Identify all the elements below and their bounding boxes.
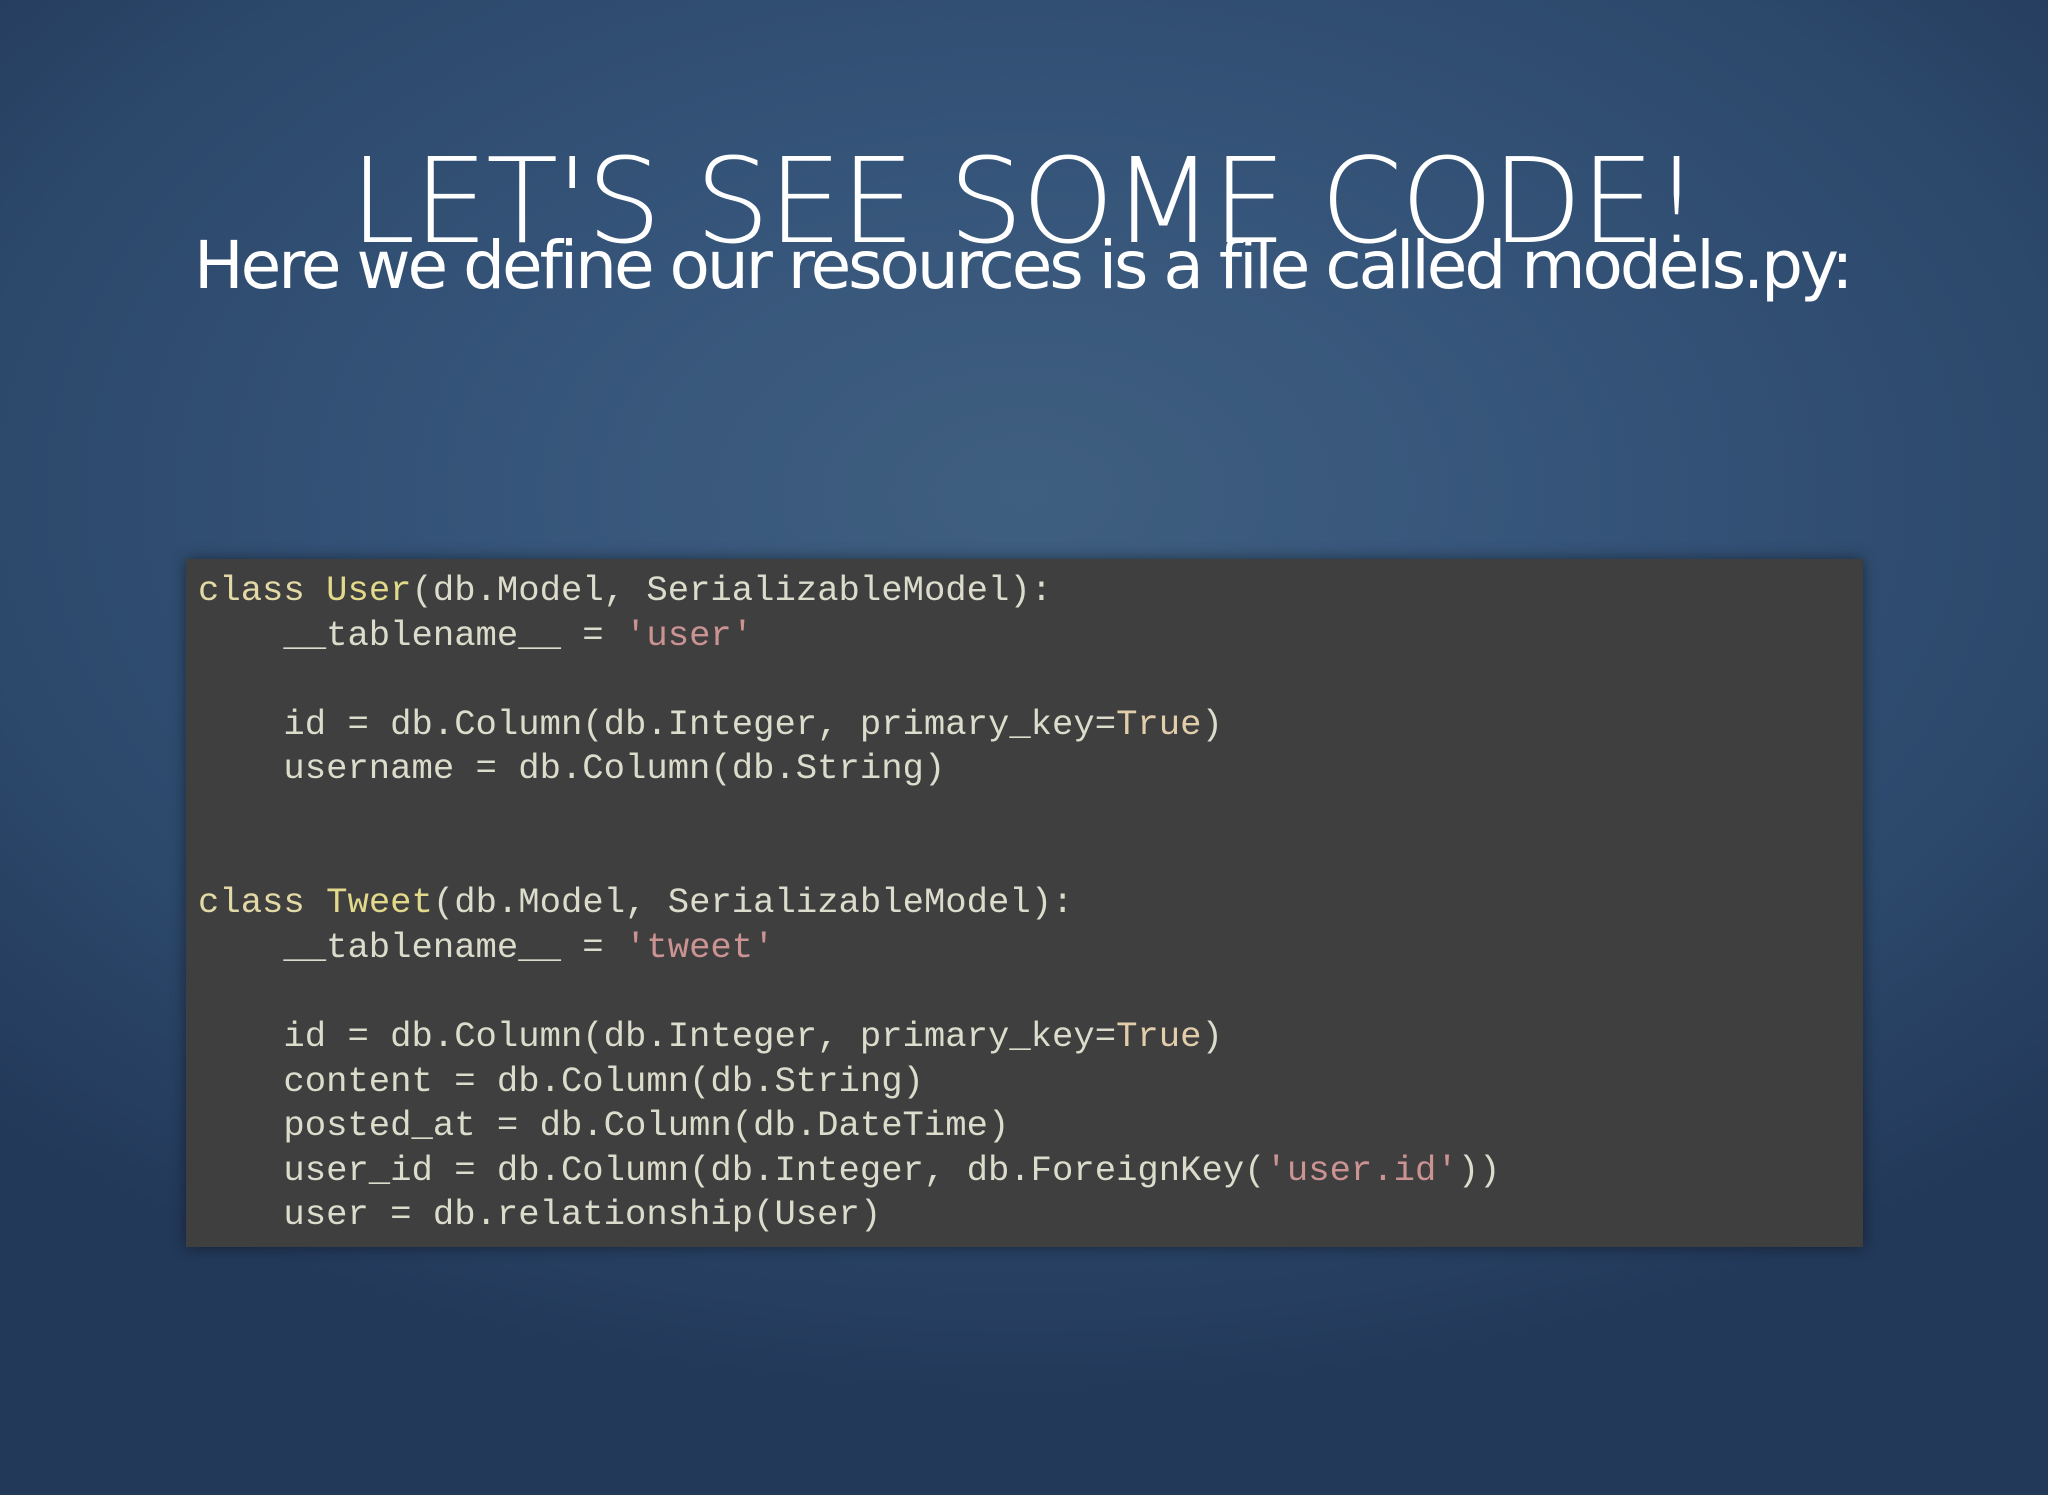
code-token-plain: )): [1457, 1149, 1501, 1191]
code-token-bool: True: [1116, 1015, 1202, 1057]
code-listing: class User(db.Model, SerializableModel):…: [198, 569, 1500, 1238]
code-token-plain: id = db.Column(db.Integer, primary_key=: [198, 703, 1117, 745]
code-token-keyword: class: [198, 570, 305, 611]
code-token-plain: __tablename__ =: [198, 614, 626, 656]
code-line: __tablename__ = 'user': [198, 614, 1500, 659]
code-token-plain: __tablename__ =: [198, 926, 626, 968]
code-token-string: 'tweet': [625, 926, 775, 968]
code-token-plain: ): [1201, 1015, 1223, 1057]
code-line: username = db.Column(db.String): [198, 747, 1500, 792]
code-line: class Tweet(db.Model, SerializableModel)…: [198, 881, 1500, 926]
code-token-plain: (db.Model, SerializableModel):: [432, 882, 1074, 924]
code-line: class User(db.Model, SerializableModel):: [198, 569, 1500, 614]
code-line: id = db.Column(db.Integer, primary_key=T…: [198, 1015, 1500, 1060]
code-line: user_id = db.Column(db.Integer, db.Forei…: [198, 1149, 1500, 1194]
code-token-classname: Tweet: [326, 882, 433, 924]
code-line: content = db.Column(db.String): [198, 1060, 1500, 1105]
code-token-plain: content = db.Column(db.String): [198, 1060, 924, 1102]
code-token-string: 'user': [625, 614, 754, 656]
code-token-plain: username = db.Column(db.String): [198, 748, 946, 790]
code-line: id = db.Column(db.Integer, primary_key=T…: [198, 703, 1500, 748]
code-token-keyword: class: [198, 882, 305, 924]
slide-subtitle: Here we define our resources is a file c…: [194, 227, 1853, 304]
code-line: posted_at = db.Column(db.DateTime): [198, 1104, 1500, 1149]
code-token-classname: User: [326, 570, 412, 611]
code-token-string: 'user.id': [1265, 1149, 1458, 1191]
code-token-plain: user = db.relationship(User): [198, 1194, 882, 1236]
code-token-plain: id = db.Column(db.Integer, primary_key=: [198, 1015, 1117, 1057]
code-token-plain: user_id = db.Column(db.Integer, db.Forei…: [198, 1149, 1266, 1191]
code-token-plain: posted_at = db.Column(db.DateTime): [198, 1105, 1010, 1147]
code-token-plain: (db.Model, SerializableModel):: [411, 570, 1053, 611]
code-block: class User(db.Model, SerializableModel):…: [186, 559, 1863, 1247]
code-line: user = db.relationship(User): [198, 1193, 1500, 1238]
code-token-bool: True: [1116, 703, 1202, 745]
code-line: __tablename__ = 'tweet': [198, 926, 1500, 971]
code-token-plain: ): [1201, 703, 1223, 745]
